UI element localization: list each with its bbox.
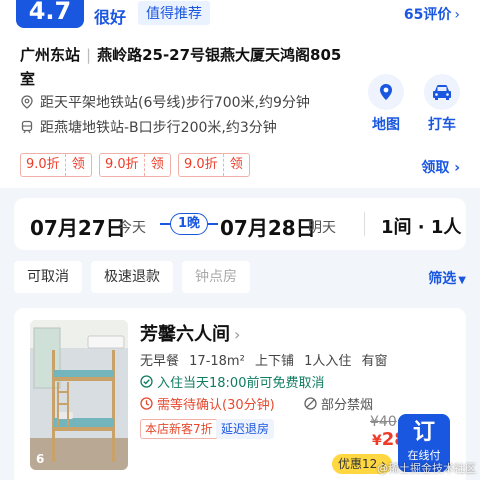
map-pin-icon [380,84,392,100]
chevron-right-icon: › [454,160,460,176]
transit-info-1: 距天平架地铁站(6号线)步行700米,约9分钟 [20,92,310,112]
date-selector[interactable]: 07月27日 今天 1晚 07月28日 明天 1间 · 1人 [14,198,466,250]
smoking-text: 部分禁烟 [321,398,374,413]
checkout-day: 明天 [308,220,336,236]
discount-text: 优惠12 [338,457,378,471]
watermark: @稀土掘金技术社区 [377,462,476,475]
original-price: ¥40 [370,414,397,430]
taxi-button[interactable]: 打车 [418,74,466,134]
spec-window: 有窗 [361,354,388,369]
nights-line-right [208,223,218,225]
filter-fast-refund[interactable]: 极速退款 [91,261,173,293]
coupon-1[interactable]: 9.0折领 [20,153,92,177]
confirm-policy-text: 需等待确认(30分钟) [157,398,275,413]
hotel-area: 广州东站 [20,46,81,64]
rating-row[interactable]: 4.7 很好 值得推荐 65评价 › [0,0,480,30]
hotel-address[interactable]: 广州东站 | 燕岭路25-27号银燕大厦天鸿阁805室 [20,43,350,91]
date-divider [364,212,365,236]
coupon-take: 领 [64,154,91,176]
hotel-info-card: 4.7 很好 值得推荐 65评价 › 广州东站 | 燕岭路25-27号银燕大厦天鸿阁8… [0,0,480,188]
filter-label: 筛选 [428,271,457,287]
photo-count: 6 [36,452,45,466]
rating-word: 很好 [94,8,127,27]
coupon-amount: 9.0折 [26,157,60,172]
rating-tag: 值得推荐 [138,1,210,25]
transit-info-2: 距燕塘地铁站-B口步行200米,约3分钟 [20,117,277,137]
transit-text-2: 距燕塘地铁站-B口步行200米,约3分钟 [40,120,277,136]
filter-free-cancel[interactable]: 可取消 [14,261,82,293]
rooms-guests-selector[interactable]: 1间 · 1人 [381,213,461,239]
nights-indicator: 1晚 [160,212,218,236]
transit-text-1: 距天平架地铁站(6号线)步行700米,约9分钟 [40,95,310,111]
confirm-policy: 需等待确认(30分钟) [140,394,275,413]
taxi-label: 打车 [428,117,456,133]
bunk-bed-photo [30,320,128,470]
claim-label: 领取 [421,160,450,176]
spec-area: 17-18m² [189,354,245,369]
room-photo[interactable]: 6 [30,320,128,470]
nights-count: 1晚 [170,213,208,235]
coupon-amount: 9.0折 [105,157,139,172]
new-guest-tag: 本店新客7折 [140,419,218,439]
room-card[interactable]: 6 芳馨六人间 › 无早餐 17-18m² 上下铺 1人入住 有窗 入住当天18:… [14,308,466,480]
reviews-count: 65评价 [403,7,452,23]
taxi-button-circle [424,74,460,110]
coupon-3[interactable]: 9.0折领 [178,153,250,177]
late-checkout-tag: 延迟退房 [216,419,275,439]
coupon-amount: 9.0折 [184,157,218,172]
map-button[interactable]: 地图 [362,74,410,134]
map-label: 地图 [372,117,400,133]
address-divider: | [86,46,92,64]
coupon-take: 领 [143,154,170,176]
filter-button[interactable]: 筛选 ▼ [428,268,466,288]
checkin-date[interactable]: 07月27日 [30,212,126,241]
spec-occupancy: 1人入住 [304,354,352,369]
room-name[interactable]: 芳馨六人间 › [140,320,240,346]
clock-icon [140,397,153,410]
claim-coupons-link[interactable]: 领取 › [421,157,460,177]
reviews-link[interactable]: 65评价 › [404,4,460,24]
filter-hourly-room[interactable]: 钟点房 [182,261,250,293]
cancel-policy-text: 入住当天18:00前可免费取消 [157,376,325,391]
location-pin-icon [21,95,33,109]
metro-icon [21,120,33,134]
chevron-right-icon: › [454,7,460,23]
no-smoking-icon [304,397,317,410]
nights-line-left [160,223,170,225]
chevron-right-icon: › [234,325,241,344]
room-name-text: 芳馨六人间 [140,324,230,345]
coupon-take: 领 [222,154,249,176]
room-specs: 无早餐 17-18m² 上下铺 1人入住 有窗 [140,350,394,369]
check-circle-icon [140,375,153,388]
spec-bed: 上下铺 [254,354,294,369]
car-icon [433,85,451,100]
smoking-policy: 部分禁烟 [304,394,373,413]
map-button-circle [368,74,404,110]
checkout-date[interactable]: 07月28日 [220,212,316,241]
price-currency: ¥ [372,433,382,449]
rating-score: 4.7 [16,0,84,28]
spec-breakfast: 无早餐 [140,354,180,369]
triangle-down-icon: ▼ [458,275,466,286]
cancel-policy: 入住当天18:00前可免费取消 [140,372,324,391]
checkin-day: 今天 [118,220,146,236]
book-label: 订 [412,420,435,445]
coupon-2[interactable]: 9.0折领 [99,153,171,177]
